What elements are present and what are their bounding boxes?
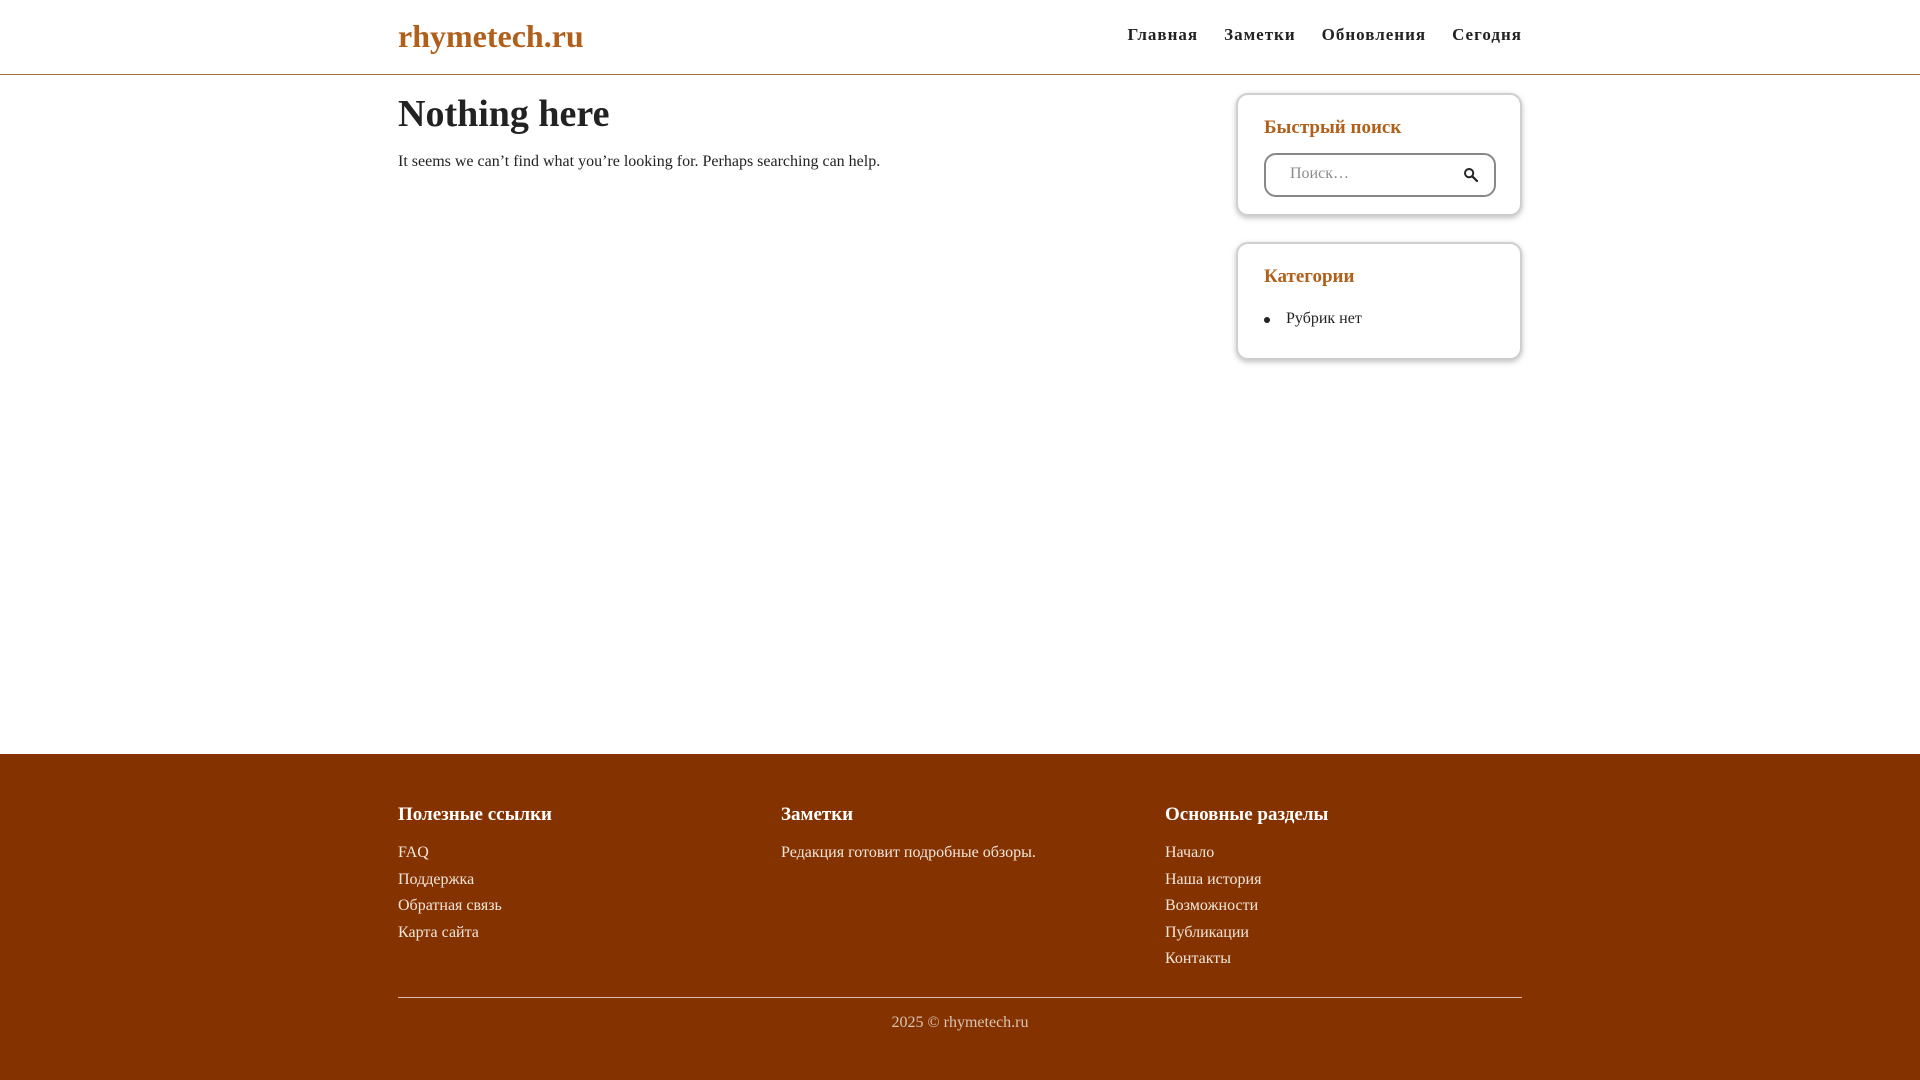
site-header: rhymetech.ru Главная Заметки Обновления … [0, 0, 1920, 75]
list-item: Рубрик нет [1264, 310, 1494, 328]
footer-link-contacts[interactable]: Контакты [1165, 946, 1328, 973]
footer-link-start[interactable]: Начало [1165, 840, 1328, 867]
footer-link-feedback[interactable]: Обратная связь [398, 893, 552, 920]
footer-link-history[interactable]: Наша история [1165, 867, 1328, 894]
site-footer: Полезные ссылки FAQ Поддержка Обратная с… [0, 754, 1920, 1080]
nav-item-updates[interactable]: Обновления [1322, 25, 1426, 45]
search-form [1264, 153, 1496, 197]
footer-link-support[interactable]: Поддержка [398, 867, 552, 894]
search-widget: Быстрый поиск [1236, 93, 1522, 216]
categories-widget-title: Категории [1264, 266, 1355, 287]
footer-column-notes: Заметки Редакция готовит подробные обзор… [781, 804, 1036, 866]
site-logo[interactable]: rhymetech.ru [398, 18, 584, 55]
footer-heading: Полезные ссылки [398, 804, 552, 825]
not-found-message: It seems we can’t find what you’re looki… [398, 153, 881, 170]
nav-item-notes[interactable]: Заметки [1224, 25, 1296, 45]
footer-link-faq[interactable]: FAQ [398, 840, 552, 867]
main-nav: Главная Заметки Обновления Сегодня [1127, 25, 1522, 45]
copyright: 2025 © rhymetech.ru [891, 1014, 1029, 1031]
footer-link-features[interactable]: Возможности [1165, 893, 1328, 920]
footer-notes-text: Редакция готовит подробные обзоры. [781, 844, 1036, 861]
footer-link-sitemap[interactable]: Карта сайта [398, 920, 552, 947]
nav-item-home[interactable]: Главная [1127, 25, 1198, 45]
footer-column-useful-links: Полезные ссылки FAQ Поддержка Обратная с… [398, 804, 552, 946]
footer-link-publications[interactable]: Публикации [1165, 920, 1328, 947]
footer-divider [398, 997, 1522, 998]
categories-widget: Категории Рубрик нет [1236, 242, 1522, 360]
footer-heading: Заметки [781, 804, 854, 825]
categories-list: Рубрик нет [1264, 310, 1494, 328]
page-title: Nothing here [398, 93, 610, 135]
search-widget-title: Быстрый поиск [1264, 117, 1402, 138]
search-button[interactable] [1462, 166, 1480, 184]
nav-item-today[interactable]: Сегодня [1452, 25, 1522, 45]
footer-heading: Основные разделы [1165, 804, 1329, 825]
footer-column-main-sections: Основные разделы Начало Наша история Воз… [1165, 804, 1328, 973]
search-icon [1464, 168, 1479, 183]
search-input[interactable] [1290, 165, 1450, 183]
